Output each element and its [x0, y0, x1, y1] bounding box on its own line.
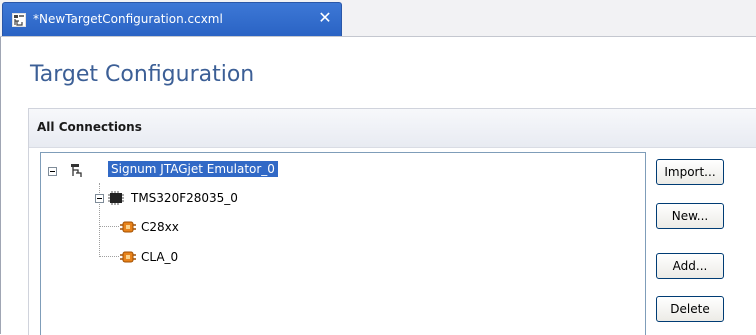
connection-icon [71, 164, 82, 177]
add-button[interactable]: Add... [656, 253, 724, 279]
collapse-icon[interactable] [48, 167, 57, 176]
import-button[interactable]: Import... [656, 159, 724, 185]
target-config-file-icon [12, 13, 26, 27]
tree-node-label[interactable]: TMS320F28035_0 [131, 191, 238, 205]
section-title: All Connections [37, 120, 142, 134]
tree-node-label[interactable]: Signum JTAGjet Emulator_0 [108, 161, 278, 177]
tab-title: *NewTargetConfiguration.ccxml [33, 12, 223, 26]
section-header: All Connections [29, 109, 756, 148]
editor-tab[interactable]: *NewTargetConfiguration.ccxml ✕ [2, 2, 342, 36]
chip-icon [108, 191, 124, 205]
tree-connector [99, 256, 119, 257]
tree-connector [99, 226, 119, 227]
close-tab-icon[interactable]: ✕ [315, 8, 335, 28]
connections-tree[interactable]: Signum JTAGjet Emulator_0 TMS320F28035_0… [40, 152, 646, 335]
delete-button[interactable]: Delete [656, 296, 724, 322]
collapse-icon[interactable] [95, 194, 104, 203]
page-title: Target Configuration [30, 62, 255, 87]
cpu-plug-icon [120, 251, 136, 263]
new-button[interactable]: New... [656, 203, 724, 229]
tree-node-label[interactable]: C28xx [141, 220, 179, 234]
editor-tab-strip: *NewTargetConfiguration.ccxml ✕ [0, 0, 756, 37]
cpu-plug-icon [120, 221, 136, 233]
tree-node-label[interactable]: CLA_0 [141, 250, 178, 264]
